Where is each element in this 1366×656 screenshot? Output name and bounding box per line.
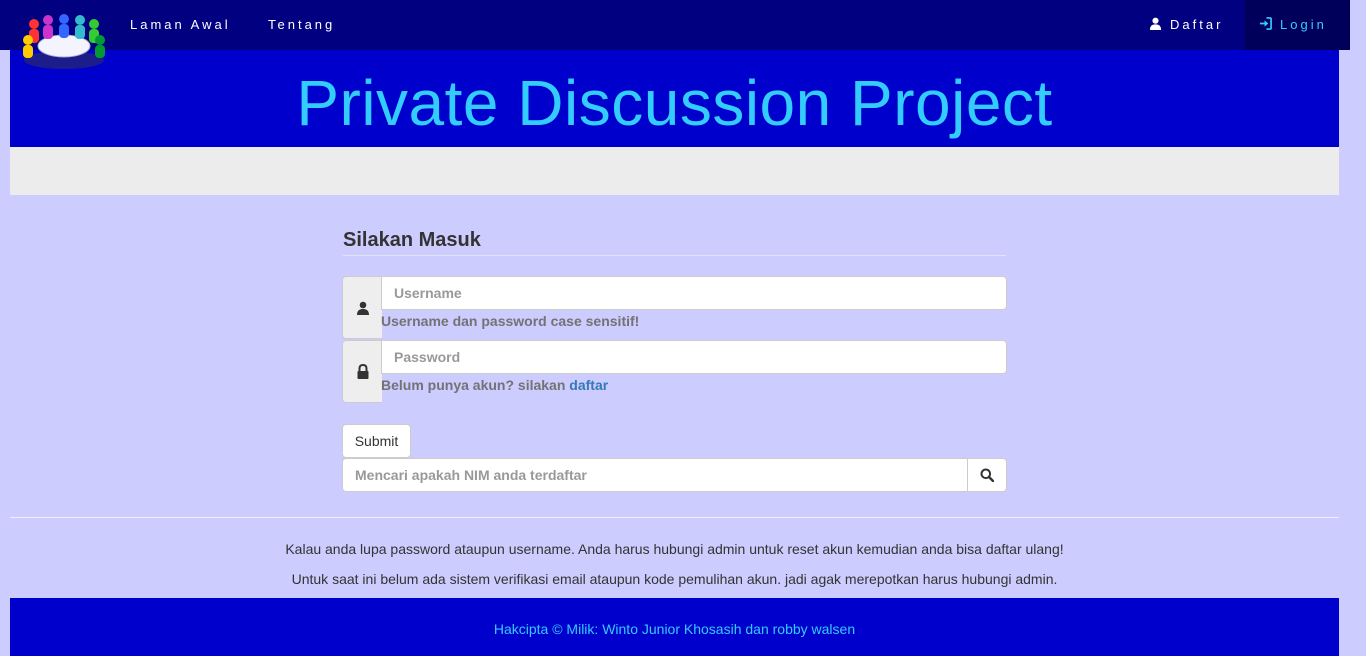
username-help-text: Username dan password case sensitif! [381,313,640,329]
top-navbar: Laman Awal Tentang Daftar Login [0,0,1350,50]
user-icon [1149,17,1162,30]
footer-copyright: Hakcipta © Milik: Winto Junior Khosasih … [493,621,856,637]
header-subband [10,147,1339,195]
login-icon [1259,17,1272,30]
nav-home-link[interactable]: Laman Awal [130,0,231,50]
page-title: Private Discussion Project [296,67,1053,139]
submit-button[interactable]: Submit [342,424,411,458]
lock-icon [357,364,368,379]
nav-register-link[interactable]: Daftar [1135,0,1237,50]
search-button[interactable] [967,458,1007,492]
login-form-title: Silakan Masuk [343,229,481,251]
nav-about-link[interactable]: Tentang [268,0,335,50]
content-divider [10,517,1339,518]
search-icon [980,468,994,482]
password-addon [342,340,382,403]
notice-forgot-password: Kalau anda lupa password ataupun usernam… [285,541,1064,557]
nav-login-link[interactable]: Login [1245,0,1350,50]
username-addon [342,276,382,339]
username-input[interactable] [381,276,1007,310]
notice-no-verification: Untuk saat ini belum ada sistem verifika… [291,571,1058,587]
footer: Hakcipta © Milik: Winto Junior Khosasih … [10,598,1339,656]
password-input[interactable] [381,340,1007,374]
nav-login-label: Login [1280,17,1327,32]
register-link[interactable]: daftar [569,377,608,393]
user-icon [356,301,369,315]
register-prompt-text: Belum punya akun? silakan [381,377,566,393]
form-divider [343,255,1006,256]
header-banner: Private Discussion Project [10,50,1339,147]
nav-register-label: Daftar [1170,17,1224,32]
register-prompt: Belum punya akun? silakan daftar [381,377,608,393]
people-around-table-logo[interactable] [18,12,110,72]
nim-search-input[interactable] [342,458,969,492]
